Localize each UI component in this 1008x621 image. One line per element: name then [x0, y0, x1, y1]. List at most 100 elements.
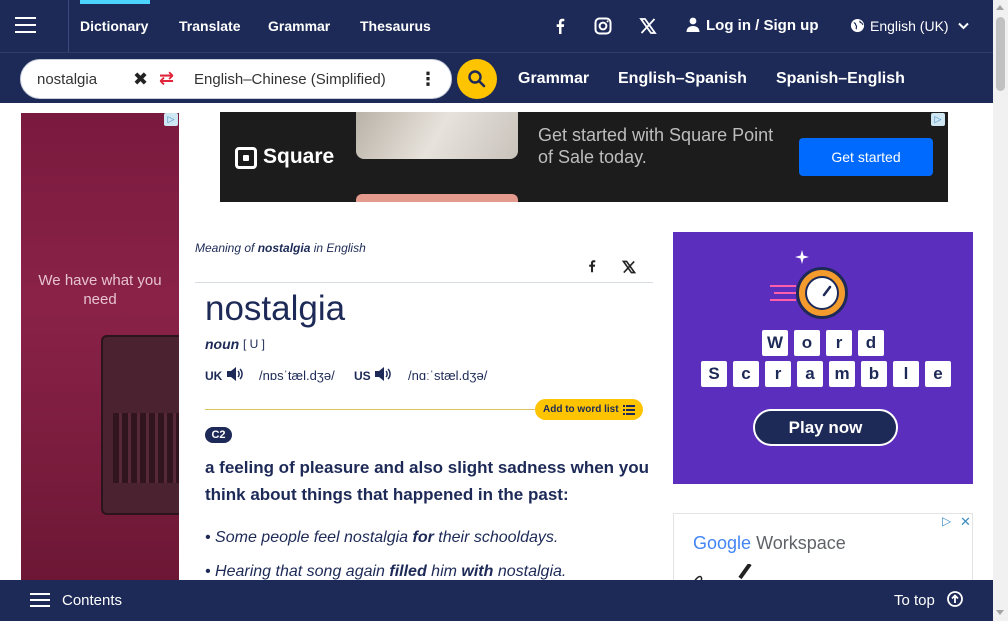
scramble-tile: a [797, 361, 823, 387]
quicklink-english-spanish[interactable]: English–Spanish [618, 53, 747, 104]
to-top-button[interactable]: To top [894, 580, 963, 621]
swap-dictionary-icon[interactable]: ⇄ [159, 68, 174, 89]
scramble-tile: m [829, 361, 855, 387]
left-sidebar-ad[interactable]: We have what you need [21, 113, 179, 583]
tab-dictionary[interactable]: Dictionary [80, 0, 148, 52]
add-to-word-list-button[interactable]: Add to word list [535, 399, 643, 420]
example-highlight: for [412, 529, 434, 546]
example-sentence: • Hearing that song again filled him wit… [205, 563, 567, 580]
scramble-tile: b [861, 361, 887, 387]
contents-label: Contents [62, 592, 123, 609]
us-audio-icon[interactable] [374, 366, 392, 382]
scramble-tile: e [925, 361, 951, 387]
square-get-started-button[interactable]: Get started [799, 138, 933, 176]
adchoices-icon[interactable]: ▷ [164, 113, 178, 126]
list-icon [623, 405, 635, 415]
laptop-keyboard-image [113, 413, 179, 483]
facebook-icon[interactable] [550, 16, 570, 36]
scramble-tile: S [701, 361, 727, 387]
search-bar: nostalgia ✖ ⇄ English–Chinese (Simplifie… [0, 52, 993, 103]
scramble-tile: d [858, 330, 884, 356]
meaning-prefix: Meaning of [195, 241, 258, 255]
login-label: Log in / Sign up [706, 17, 819, 34]
scrollbar-thumb[interactable] [996, 17, 1005, 91]
dictionary-selector[interactable]: English–Chinese (Simplified) [194, 71, 386, 88]
menu-icon [15, 17, 36, 19]
google-workspace-ad[interactable]: Google Workspace ▷ ✕ [673, 513, 973, 583]
instagram-icon[interactable] [593, 16, 613, 36]
square-tagline: Get started with Square Point of Sale to… [538, 125, 774, 167]
stopwatch-icon [796, 267, 848, 319]
quicklink-grammar[interactable]: Grammar [518, 53, 589, 104]
divider [195, 282, 653, 283]
adchoices-icon[interactable]: ▷ [942, 514, 951, 528]
google-wordmark: Google [693, 533, 752, 553]
scramble-tile: W [762, 330, 788, 356]
share-x-icon[interactable] [621, 259, 637, 275]
globe-icon [850, 18, 865, 33]
grammar-code: [ U ] [243, 337, 266, 351]
scroll-down-arrow-icon[interactable] [996, 610, 1004, 615]
chevron-down-icon [958, 22, 970, 30]
meaning-word: nostalgia [257, 241, 311, 255]
example-highlight: with [461, 563, 494, 580]
square-logo-icon [235, 147, 257, 169]
arrow-up-circle-icon [947, 591, 963, 607]
uk-pronunciation: /nɒsˈtæl.dʒə/ [259, 368, 335, 383]
square-banner-ad[interactable]: Square Get started with Square Point of … [220, 112, 948, 202]
word-scramble-promo[interactable]: W o r d S c r a m b l e Play now [673, 232, 973, 484]
tab-translate[interactable]: Translate [179, 0, 240, 52]
share-facebook-icon[interactable] [585, 257, 599, 275]
tab-thesaurus[interactable]: Thesaurus [360, 0, 431, 52]
to-top-label: To top [894, 592, 935, 609]
tab-grammar[interactable]: Grammar [268, 0, 330, 52]
site-language-selector[interactable]: English (UK) [850, 0, 970, 52]
bottom-bar: Contents To top [0, 580, 993, 621]
site-language-label: English (UK) [870, 18, 949, 34]
menu-button[interactable] [0, 0, 69, 52]
menu-icon-bar [15, 31, 36, 33]
add-to-word-list-label: Add to word list [543, 404, 619, 415]
search-box: nostalgia ✖ ⇄ English–Chinese (Simplifie… [20, 59, 452, 99]
scramble-tile: c [733, 361, 759, 387]
scramble-tile: o [794, 330, 820, 356]
x-twitter-icon[interactable] [638, 16, 658, 36]
us-label: US [354, 369, 371, 383]
example-text: Hearing that song again [215, 563, 390, 580]
example-text: him [426, 563, 462, 580]
quicklink-spanish-english[interactable]: Spanish–English [776, 53, 905, 104]
user-icon [686, 17, 700, 32]
workspace-wordmark: Workspace [756, 533, 846, 553]
login-signup-link[interactable]: Log in / Sign up [686, 0, 818, 52]
example-highlight: filled [389, 563, 427, 580]
play-now-button[interactable]: Play now [753, 409, 898, 446]
google-workspace-logo: Google Workspace [693, 533, 846, 554]
menu-icon [30, 593, 50, 607]
us-pronunciation: /nɑːˈstæl.dʒə/ [408, 368, 488, 383]
example-sentence: • Some people feel nostalgia for their s… [205, 529, 559, 546]
meaning-heading: Meaning of nostalgia in English [195, 241, 366, 255]
uk-label: UK [205, 369, 223, 383]
close-ad-icon[interactable]: ✕ [960, 514, 971, 530]
headword: nostalgia [205, 289, 346, 328]
meaning-suffix: in English [310, 241, 366, 255]
scroll-up-arrow-icon[interactable] [996, 5, 1004, 10]
search-input[interactable]: nostalgia [37, 71, 97, 88]
part-of-speech: noun [205, 336, 240, 352]
left-ad-text: We have what you need [38, 272, 162, 308]
uk-audio-icon[interactable] [226, 366, 244, 382]
scramble-tile: r [765, 361, 791, 387]
example-text: Some people feel nostalgia [215, 529, 413, 546]
page-scrollbar[interactable] [993, 0, 1008, 621]
ad-photo [356, 112, 518, 159]
top-navigation: Dictionary Translate Grammar Thesaurus L… [0, 0, 993, 52]
adchoices-icon[interactable]: ▷ [931, 113, 945, 126]
definition: a feeling of pleasure and also slight sa… [205, 458, 650, 504]
cefr-level-badge: C2 [205, 427, 232, 443]
scramble-tile: r [826, 330, 852, 356]
search-button[interactable] [457, 59, 497, 99]
clear-search-icon[interactable]: ✖ [133, 69, 148, 90]
more-options-icon[interactable]: ⋮ [419, 69, 437, 90]
word-list-rule [205, 409, 535, 410]
contents-button[interactable]: Contents [30, 580, 122, 621]
